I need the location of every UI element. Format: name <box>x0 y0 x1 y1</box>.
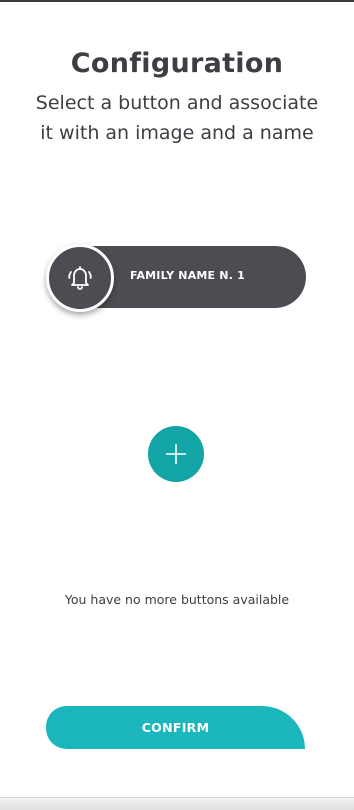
no-more-buttons-message: You have no more buttons available <box>64 592 290 607</box>
plus-icon <box>166 444 186 464</box>
add-button[interactable] <box>148 426 204 482</box>
confirm-button[interactable]: CONFIRM <box>46 706 305 749</box>
bell-icon-badge[interactable] <box>46 244 114 312</box>
bell-icon <box>68 266 92 290</box>
subtitle-line-1: Select a button and associate <box>35 92 319 114</box>
subtitle-line-2: it with an image and a name <box>40 122 314 144</box>
top-edge-divider <box>0 0 354 2</box>
page-title: Configuration <box>70 48 284 79</box>
confirm-label: CONFIRM <box>141 720 210 735</box>
bottom-bar <box>0 797 354 810</box>
page-subtitle: Select a button and associate it with an… <box>20 88 334 148</box>
family-name-label: FAMILY NAME N. 1 <box>130 269 245 282</box>
